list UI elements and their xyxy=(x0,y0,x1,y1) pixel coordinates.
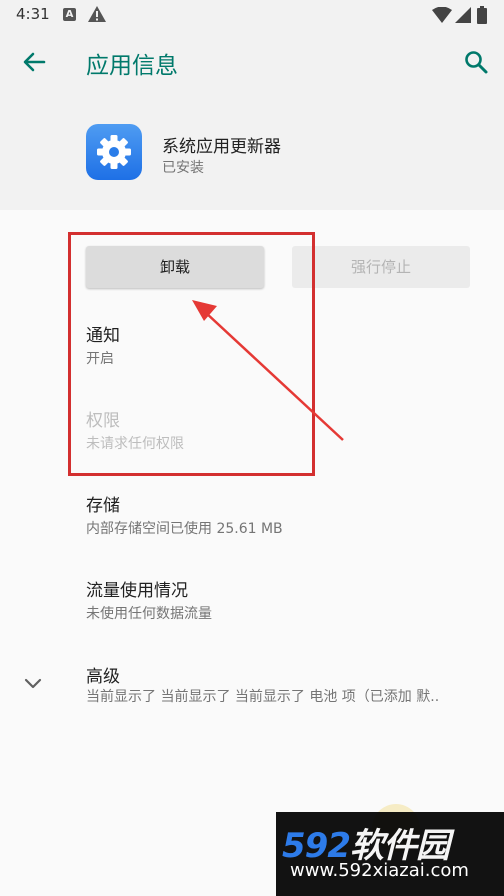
app-name: 系统应用更新器 xyxy=(162,137,281,157)
app-header-section xyxy=(0,30,504,210)
page-title: 应用信息 xyxy=(86,53,178,79)
battery-icon xyxy=(477,6,487,24)
signal-icon xyxy=(455,7,471,23)
advanced-title[interactable]: 高级 xyxy=(86,662,120,687)
app-install-status: 已安装 xyxy=(162,160,204,176)
gear-icon xyxy=(97,135,131,169)
advanced-subtitle: 当前显示了 当前显示了 当前显示了 电池 项（已添加 默.. xyxy=(86,689,440,705)
watermark-url: www.592xiazai.com xyxy=(290,860,469,881)
wifi-icon xyxy=(432,7,452,23)
notification-a-icon: A xyxy=(63,8,76,21)
status-time: 4:31 xyxy=(16,5,50,23)
data-usage-subtitle: 未使用任何数据流量 xyxy=(86,606,212,622)
force-stop-button: 强行停止 xyxy=(292,246,470,288)
search-icon[interactable] xyxy=(462,48,490,76)
storage-title[interactable]: 存储 xyxy=(86,491,120,516)
annotation-highlight-box xyxy=(68,232,315,476)
storage-subtitle: 内部存储空间已使用 25.61 MB xyxy=(86,521,283,537)
back-arrow-icon[interactable] xyxy=(20,48,48,76)
warning-icon xyxy=(88,6,106,22)
app-gear-icon xyxy=(86,124,142,180)
chevron-down-icon[interactable] xyxy=(22,672,44,694)
data-usage-title[interactable]: 流量使用情况 xyxy=(86,576,188,601)
